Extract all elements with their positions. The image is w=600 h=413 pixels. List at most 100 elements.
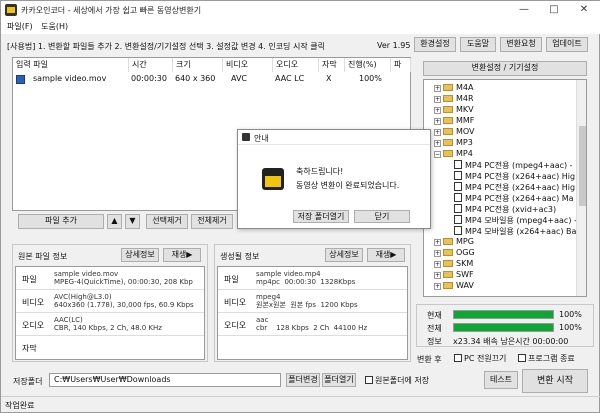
source-play-button[interactable]: 재생▶ (163, 248, 201, 262)
close-button[interactable]: ✕ (569, 1, 599, 19)
exit-checkbox[interactable] (518, 354, 526, 362)
remove-all-button[interactable]: 전체제거 (191, 214, 233, 229)
col-video[interactable]: 비디오 (223, 58, 273, 72)
col-extra[interactable]: 파 (391, 58, 411, 72)
col-input-file[interactable]: 입력 파일 (13, 58, 129, 72)
exit-option[interactable]: 프로그램 종료 (518, 353, 575, 364)
env-settings-button[interactable]: 환경설정 (414, 37, 456, 52)
output-play-button[interactable]: 재생▶ (367, 248, 405, 262)
tree-item[interactable]: + SKM (434, 259, 473, 269)
version-label: Ver 1.95 (377, 41, 411, 50)
move-down-button[interactable]: ▼ (125, 214, 140, 229)
menu-help[interactable]: 도움(H) (41, 21, 68, 32)
row-video: AVC (231, 74, 248, 83)
dialog-close-button[interactable]: 닫기 (354, 210, 410, 223)
source-info-table: 파일 sample video.mov MPEG-4(QuickTime), 0… (15, 266, 205, 360)
tree-item[interactable]: + WAV (434, 281, 474, 291)
tree-item-label: MP4 PC전용 (x264+aac) Hig (465, 172, 576, 181)
save-path-input[interactable]: C:₩Users₩User₩Downloads (49, 373, 281, 387)
expand-icon[interactable]: + (434, 107, 441, 114)
col-subtitle[interactable]: 자막 (319, 58, 345, 72)
preset-file-icon (454, 160, 462, 169)
tree-item-label: MMF (456, 116, 475, 125)
same-folder-option[interactable]: 원본폴더에 저장 (365, 375, 429, 386)
tree-item[interactable]: MP4 모바일용 (mpeg4+aac) - (454, 215, 577, 225)
window-title: 카카오인코더 - 세상에서 가장 쉽고 빠른 동영상변환기 (21, 6, 202, 15)
start-conversion-button[interactable]: 변환 시작 (522, 369, 588, 393)
menu-file[interactable]: 파일(F) (7, 21, 33, 32)
col-size[interactable]: 크기 (173, 58, 223, 72)
same-folder-label: 원본폴더에 저장 (375, 376, 430, 385)
tree-item-label: MKV (456, 105, 474, 114)
tree-item[interactable]: MP4 PC전용 (x264+aac) Hig (454, 182, 575, 192)
preset-file-icon (454, 171, 462, 180)
row-name: sample video.mov (33, 74, 107, 83)
tree-header-button[interactable]: 변환설정 / 기기설정 (423, 61, 587, 76)
output-key-audio: 오디오 (224, 321, 247, 330)
tree-item-label: M4A (456, 83, 474, 92)
change-folder-button[interactable]: 폴더변경 (286, 373, 320, 387)
tree-scrollbar[interactable] (576, 80, 586, 296)
tree-item[interactable]: MP4 PC전용 (xvid+ac3) (454, 204, 556, 214)
tree-item[interactable]: + SWF (434, 270, 474, 280)
expand-icon[interactable]: + (434, 96, 441, 103)
expand-icon[interactable]: + (434, 85, 441, 92)
expand-icon[interactable]: + (434, 272, 441, 279)
settings-tree[interactable]: + M4A + M4R + MKV + MMF + MOV + MP3 − MP4 MP4 PC전용 (mp… (423, 79, 587, 297)
update-button[interactable]: 업데이트 (546, 37, 588, 52)
output-info-group: 생성될 정보 상세정보 재생▶ 파일 sample video.mp4 mp4p… (214, 244, 411, 362)
source-val-video: AVC(High@L3.0) 640x360 (1.778), 30,000 f… (54, 293, 194, 309)
pc-off-option[interactable]: PC 전원끄기 (454, 353, 506, 364)
remove-selected-button[interactable]: 선택제거 (146, 214, 188, 229)
minimize-button[interactable]: — (509, 1, 539, 19)
add-file-button[interactable]: 파일 추가 (18, 214, 104, 229)
col-progress[interactable]: 진행(%) (345, 58, 391, 72)
tree-item-label: MP4 (456, 149, 473, 158)
folder-icon (443, 95, 453, 102)
app-icon (5, 4, 17, 16)
test-button[interactable]: 테스트 (484, 371, 518, 389)
tree-item[interactable]: MP4 모바일용 (x264+aac) Ba (454, 226, 576, 236)
tree-item[interactable]: + MOV (434, 127, 475, 137)
open-folder-button[interactable]: 폴더열기 (322, 373, 356, 387)
same-folder-checkbox[interactable] (365, 376, 373, 384)
expand-icon[interactable]: + (434, 261, 441, 268)
tree-item[interactable]: − MP4 (434, 149, 473, 159)
expand-icon[interactable]: + (434, 118, 441, 125)
tree-item[interactable]: + MMF (434, 116, 474, 126)
maximize-button[interactable]: □ (539, 1, 569, 19)
expand-icon[interactable]: + (434, 250, 441, 257)
source-detail-button[interactable]: 상세정보 (121, 248, 159, 262)
tree-item-label: MP4 PC전용 (x264+aac) Hig (465, 183, 576, 192)
tree-item[interactable]: + OGG (434, 248, 475, 258)
source-row-subtitle: 자막 (16, 336, 204, 359)
move-up-button[interactable]: ▲ (107, 214, 122, 229)
tree-item[interactable]: MP4 PC전용 (mpeg4+aac) - (454, 160, 573, 170)
tree-item[interactable]: + M4R (434, 94, 474, 104)
col-audio[interactable]: 오디오 (273, 58, 319, 72)
row-progress: 100% (359, 74, 382, 83)
tree-item[interactable]: + M4A (434, 83, 473, 93)
source-key-subtitle: 자막 (22, 344, 37, 353)
col-time[interactable]: 시간 (129, 58, 173, 72)
expand-icon[interactable]: + (434, 283, 441, 290)
tree-item-label: MOV (456, 127, 475, 136)
output-detail-button[interactable]: 상세정보 (325, 248, 363, 262)
row-time: 00:00:30 (131, 74, 167, 83)
tree-item[interactable]: + MPG (434, 237, 474, 247)
folder-icon (443, 117, 453, 124)
tree-item[interactable]: + MP3 (434, 138, 473, 148)
collapse-icon[interactable]: − (434, 151, 441, 158)
current-progress-bar (453, 310, 554, 319)
tree-scroll-thumb[interactable] (579, 126, 586, 206)
tree-item[interactable]: MP4 PC전용 (x264+aac) Ma (454, 193, 574, 203)
expand-icon[interactable]: + (434, 129, 441, 136)
tree-item[interactable]: MP4 PC전용 (x264+aac) Hig (454, 171, 575, 181)
tree-item[interactable]: + MKV (434, 105, 474, 115)
request-button[interactable]: 변환요청 (500, 37, 542, 52)
pc-off-checkbox[interactable] (454, 354, 462, 362)
expand-icon[interactable]: + (434, 140, 441, 147)
dialog-open-folder-button[interactable]: 저장 폴더열기 (293, 210, 349, 223)
expand-icon[interactable]: + (434, 239, 441, 246)
help-button[interactable]: 도움말 (460, 37, 496, 52)
